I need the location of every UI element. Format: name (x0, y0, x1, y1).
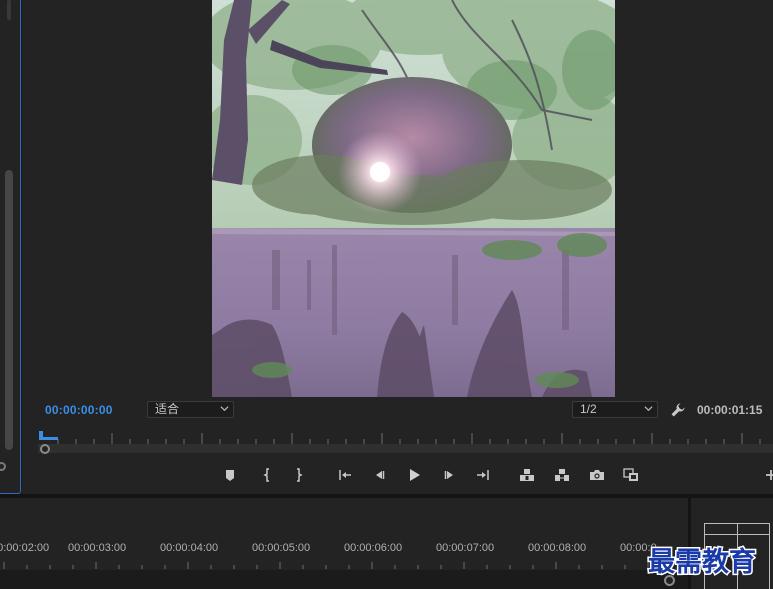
panel-scrollbar[interactable] (5, 170, 13, 450)
play-icon (410, 469, 420, 481)
current-timecode[interactable]: 00:00:00:00 (45, 403, 113, 417)
wrench-icon[interactable] (670, 402, 686, 418)
step-back-button[interactable] (368, 464, 390, 486)
mark-in-button[interactable] (256, 464, 278, 486)
monitor-scrub-track[interactable] (38, 444, 773, 453)
go-to-out-button[interactable] (472, 464, 494, 486)
panel-scrollbar-top[interactable] (7, 0, 11, 20)
zoom-select[interactable]: 适合 (147, 401, 234, 418)
ruler-label: 00:00:02:00 (0, 542, 50, 554)
chevron-down-icon (220, 406, 229, 412)
monitor-zoom-knob[interactable] (40, 444, 50, 454)
step-forward-icon (444, 471, 453, 479)
resolution-select-value: 1/2 (580, 402, 597, 416)
mark-out-button[interactable] (288, 464, 310, 486)
watermark-logo: 最需教育 (647, 546, 758, 580)
comparison-view-button[interactable] (620, 464, 642, 486)
add-button[interactable] (760, 464, 773, 486)
mark-in-icon (263, 468, 269, 482)
go-to-in-button[interactable] (334, 464, 356, 486)
timeline-ruler-ticks[interactable] (0, 558, 688, 570)
project-panel-edge (0, 0, 21, 494)
timeline-panel: 00:00:02:00 00:00:03:00 00:00:04:00 00:0… (0, 498, 688, 589)
play-button[interactable] (403, 464, 425, 486)
resolution-select[interactable]: 1/2 (572, 401, 658, 418)
marker-icon (226, 470, 234, 481)
lift-button[interactable] (516, 464, 538, 486)
transport-controls (22, 459, 773, 494)
monitor-ruler-ticks (57, 433, 761, 444)
step-back-icon (376, 471, 385, 479)
camera-icon (590, 470, 604, 480)
export-frame-button[interactable] (586, 464, 608, 486)
video-preview-frame (212, 0, 615, 397)
mark-out-icon (297, 468, 303, 482)
lift-icon (520, 469, 534, 481)
step-forward-button[interactable] (439, 464, 461, 486)
plus-icon (766, 470, 773, 480)
go-to-in-icon (339, 470, 351, 480)
zoom-select-value: 适合 (155, 402, 180, 416)
chevron-down-icon (644, 406, 653, 412)
ruler-label: 00:00:08:00 (528, 542, 587, 554)
video-frame-image (212, 0, 615, 397)
ruler-label: 00:00:05:00 (252, 542, 311, 554)
ruler-label: 00:00:04:00 (160, 542, 219, 554)
ruler-label: 00:00:07:00 (436, 542, 495, 554)
timeline-ruler-labels: 00:00:02:00 00:00:03:00 00:00:04:00 00:0… (0, 542, 688, 556)
ruler-label: 00:00:03:00 (68, 542, 127, 554)
timeline-track-area[interactable] (0, 570, 688, 589)
monitor-time-ruler[interactable] (22, 427, 773, 459)
go-to-out-icon (477, 470, 489, 480)
add-marker-button[interactable] (219, 464, 241, 486)
ruler-label: 00:00:06:00 (344, 542, 403, 554)
monitor-controls: 00:00:00:00 适合 1/2 00:00:01:15 (22, 397, 773, 427)
comparison-icon (623, 468, 638, 481)
duration-timecode: 00:00:01:15 (697, 403, 763, 417)
playhead-marker-icon[interactable] (38, 431, 60, 441)
extract-button[interactable] (551, 464, 573, 486)
extract-icon (555, 469, 569, 481)
